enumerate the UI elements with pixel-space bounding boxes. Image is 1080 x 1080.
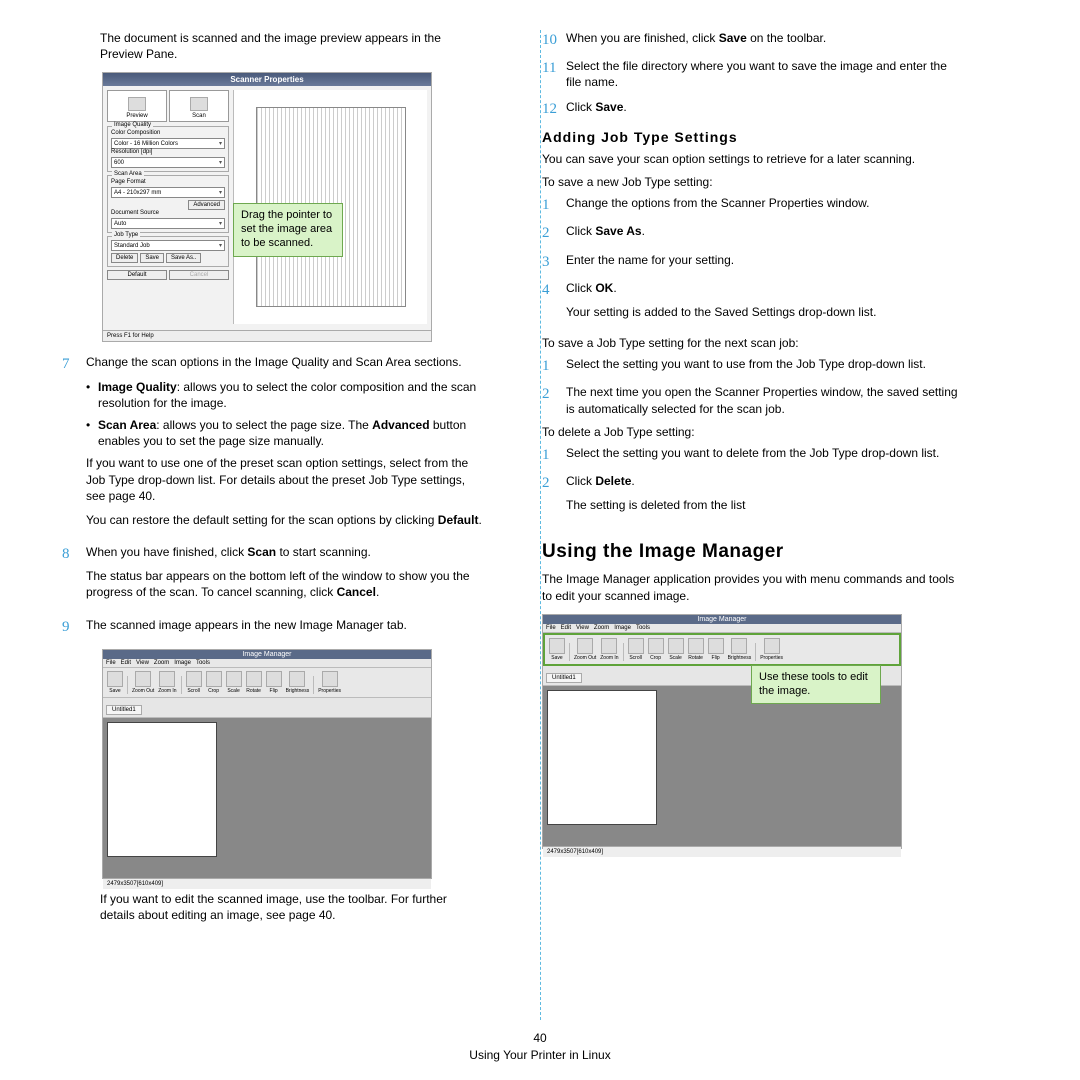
crop-icon — [206, 671, 222, 687]
page-number: 40 — [0, 1031, 1080, 1045]
sp-preview-tab: Preview — [107, 90, 167, 122]
footer-title: Using Your Printer in Linux — [0, 1048, 1080, 1062]
image-manager-screenshot-right: Image Manager FileEditViewZoomImageTools… — [542, 614, 902, 849]
im-canvas — [103, 718, 431, 878]
step-10: 10 When you are finished, click Save on … — [542, 30, 962, 50]
left-column: The document is scanned and the image pr… — [62, 30, 482, 1030]
step-9: 9 The scanned image appears in the new I… — [62, 617, 482, 641]
page-footer: 40 Using Your Printer in Linux — [0, 1031, 1080, 1062]
after-im-text: If you want to edit the scanned image, u… — [100, 891, 482, 923]
im-canvas-2 — [543, 686, 901, 846]
sp-advanced-button: Advanced — [188, 200, 225, 210]
zoomin-icon — [159, 671, 175, 687]
callout-edit-tools: Use these tools to edit the image. — [751, 665, 881, 705]
step-8: 8 When you have finished, click Scan to … — [62, 544, 482, 609]
im-menubar: FileEditViewZoomImageTools — [103, 659, 431, 668]
im-scanned-image-2 — [547, 690, 657, 825]
sp-resolution-dropdown: 600 — [111, 157, 225, 168]
step-7: 7 Change the scan options in the Image Q… — [62, 354, 482, 536]
sp-pageformat-dropdown: A4 - 210x297 mm — [111, 187, 225, 198]
scale-icon — [226, 671, 242, 687]
im-toolbar: Save Zoom Out Zoom In Scroll Crop Scale … — [103, 668, 431, 698]
scanner-properties-screenshot: Scanner Properties Preview Scan Image Qu… — [102, 72, 432, 342]
properties-icon — [322, 671, 338, 687]
h3-job-type: Adding Job Type Settings — [542, 129, 962, 145]
intro-text: The document is scanned and the image pr… — [100, 30, 482, 62]
im-menubar-2: FileEditViewZoomImageTools — [543, 624, 901, 633]
h2-image-manager: Using the Image Manager — [542, 541, 962, 563]
rotate-icon — [246, 671, 262, 687]
flip-icon — [266, 671, 282, 687]
brightness-icon — [289, 671, 305, 687]
step-12: 12 Click Save. — [542, 99, 962, 119]
zoomout-icon — [135, 671, 151, 687]
image-manager-screenshot-left: Image Manager FileEditViewZoomImageTools… — [102, 649, 432, 879]
column-divider — [540, 30, 541, 1020]
im-scanned-image — [107, 722, 217, 857]
callout-drag-pointer: Drag the pointer to set the image area t… — [233, 203, 343, 256]
right-column: 10 When you are finished, click Save on … — [542, 30, 962, 1030]
sp-titlebar: Scanner Properties — [103, 73, 431, 86]
step-11: 11 Select the file directory where you w… — [542, 58, 962, 90]
sp-docsource-dropdown: Auto — [111, 218, 225, 229]
save-icon — [107, 671, 123, 687]
sp-scan-tab: Scan — [169, 90, 229, 122]
im-toolbar-highlighted: Save Zoom Out Zoom In Scroll Crop Scale … — [543, 633, 901, 666]
scroll-icon — [186, 671, 202, 687]
sp-jobtype-dropdown: Standard Job — [111, 240, 225, 251]
sp-color-dropdown: Color - 16 Million Colors — [111, 138, 225, 149]
